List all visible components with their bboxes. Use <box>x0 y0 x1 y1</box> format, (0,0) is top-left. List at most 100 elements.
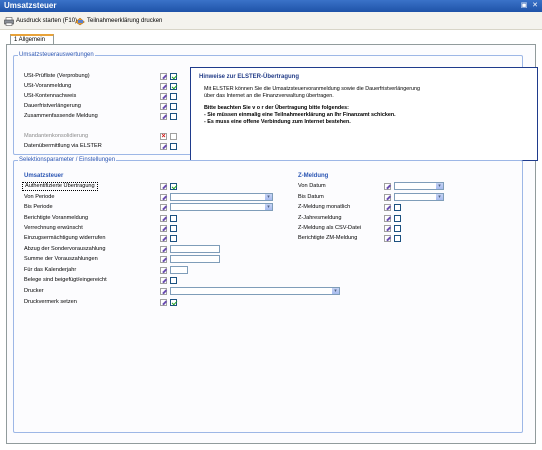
evaluation-label: USt-Voranmeldung <box>24 83 72 89</box>
evaluation-label: Mandantenkonsolidierung <box>24 133 89 139</box>
printer-label: Drucker <box>24 288 44 294</box>
to-date-picker[interactable]: ▾ <box>394 193 444 201</box>
edit-icon[interactable] <box>160 235 167 242</box>
zm-annual-checkbox[interactable] <box>394 215 401 222</box>
evaluation-label: USt-Kontennachweis <box>24 93 77 99</box>
edit-icon[interactable] <box>160 83 167 90</box>
error-icon: × <box>160 133 167 140</box>
evaluation-checkbox[interactable] <box>170 73 177 80</box>
info-title: Hinweise zur ELSTER-Übertragung <box>199 74 300 80</box>
zm-corrected-label: Berichtigte ZM-Meldung <box>298 235 358 241</box>
chevron-down-icon: ▾ <box>332 288 339 294</box>
close-icon[interactable]: ✕ <box>531 2 539 10</box>
to-date-label: Bis Datum <box>298 194 324 200</box>
zm-csv-label: Z-Meldung als CSV-Datei <box>298 225 362 231</box>
evaluation-label: Dauerfristverlängerung <box>24 103 81 109</box>
edit-icon[interactable] <box>384 183 391 190</box>
zm-heading: Z-Meldung <box>298 173 329 179</box>
ust-heading: Umsatzsteuer <box>24 173 64 179</box>
selection-group: Selektionsparameter / Einstellungen Umsa… <box>13 157 523 433</box>
edit-icon[interactable] <box>160 215 167 222</box>
evaluations-legend: Umsatzsteuerauswertungen <box>18 52 95 58</box>
offset-desired-label: Verrechnung erwünscht <box>24 225 83 231</box>
evaluation-checkbox[interactable] <box>170 93 177 100</box>
edit-icon[interactable] <box>160 267 167 274</box>
special-prepayment-label: Abzug der Sondervorauszahlung <box>24 246 106 252</box>
edit-icon[interactable] <box>160 299 167 306</box>
edit-icon[interactable] <box>384 215 391 222</box>
to-period-select[interactable]: ▾ <box>170 203 273 211</box>
evaluation-label: USt-Prüfliste (Verprobung) <box>24 73 90 79</box>
edit-icon[interactable] <box>160 225 167 232</box>
corrected-return-checkbox[interactable] <box>170 215 177 222</box>
revoke-direct-debit-checkbox[interactable] <box>170 235 177 242</box>
from-date-label: Von Datum <box>298 183 326 189</box>
evaluation-label: Zusammenfassende Meldung <box>24 113 98 119</box>
toolbar: Ausdruck starten (F10) Teilnahmeerklärun… <box>0 12 542 30</box>
from-period-label: Von Periode <box>24 194 55 200</box>
info-text: Bitte beachten Sie v o r der Übertragung… <box>204 105 349 111</box>
calendar-year-input[interactable] <box>170 266 188 274</box>
from-period-select[interactable]: ▾ <box>170 193 273 201</box>
offset-desired-checkbox[interactable] <box>170 225 177 232</box>
edit-icon[interactable] <box>384 235 391 242</box>
prepayment-sum-input[interactable] <box>170 255 220 263</box>
participation-print-button[interactable]: Teilnahmeerklärung drucken <box>73 15 164 27</box>
corrected-return-label: Berichtigte Voranmeldung <box>24 215 89 221</box>
maximize-icon[interactable]: ▣ <box>520 2 528 10</box>
tab-strip: 1 Allgemein <box>0 30 542 45</box>
edit-icon[interactable] <box>160 288 167 295</box>
info-text: Mit ELSTER können Sie die Umsatzsteuervo… <box>204 86 421 92</box>
chevron-down-icon: ▾ <box>436 194 443 200</box>
edit-icon[interactable] <box>160 277 167 284</box>
edit-icon[interactable] <box>384 225 391 232</box>
zm-annual-label: Z-Jahresmeldung <box>298 215 342 221</box>
evaluation-checkbox[interactable] <box>170 113 177 120</box>
elster-info-box: Hinweise zur ELSTER-Übertragung Mit ELST… <box>190 67 538 161</box>
printer-select[interactable]: ▾ <box>170 287 340 295</box>
print-button[interactable]: Ausdruck starten (F10) <box>2 15 79 27</box>
edit-icon[interactable] <box>160 256 167 263</box>
edit-icon[interactable] <box>160 113 167 120</box>
edit-icon[interactable] <box>160 73 167 80</box>
printer-icon <box>4 16 14 26</box>
evaluation-checkbox[interactable] <box>170 143 177 150</box>
edit-icon[interactable] <box>160 183 167 190</box>
info-text: - Es muss eine offene Verbindung zum Int… <box>204 119 351 125</box>
evaluation-checkbox[interactable] <box>170 103 177 110</box>
edit-icon[interactable] <box>160 204 167 211</box>
edit-icon[interactable] <box>384 194 391 201</box>
print-note-checkbox[interactable] <box>170 299 177 306</box>
info-text: über das Internet an die Finanzverwaltun… <box>204 93 334 99</box>
to-period-label: Bis Periode <box>24 204 53 210</box>
authenticated-transfer-label: Authentifizierte Übertragung <box>22 182 98 191</box>
info-text: - Sie müssen einmalig eine Teilnahmeerkl… <box>204 112 396 118</box>
selection-legend: Selektionsparameter / Einstellungen <box>18 157 117 163</box>
zm-monthly-checkbox[interactable] <box>394 204 401 211</box>
zm-monthly-label: Z-Meldung monatlich <box>298 204 351 210</box>
revoke-direct-debit-label: Einzugsermächtigung widerrufen <box>24 235 106 241</box>
evaluation-label: Datenübermittlung via ELSTER <box>24 143 102 149</box>
participation-print-icon <box>75 17 85 26</box>
window-title: Umsatzsteuer <box>4 1 57 10</box>
edit-icon[interactable] <box>160 194 167 201</box>
tab-content: Umsatzsteuerauswertungen USt-Prüfliste (… <box>6 44 538 444</box>
zm-corrected-checkbox[interactable] <box>394 235 401 242</box>
edit-icon[interactable] <box>384 204 391 211</box>
participation-print-label: Teilnahmeerklärung drucken <box>87 18 163 24</box>
edit-icon[interactable] <box>160 103 167 110</box>
zm-csv-checkbox[interactable] <box>394 225 401 232</box>
edit-icon[interactable] <box>160 143 167 150</box>
prepayment-sum-label: Summe der Vorauszahlungen <box>24 256 98 262</box>
print-button-label: Ausdruck starten (F10) <box>16 18 78 24</box>
edit-icon[interactable] <box>160 93 167 100</box>
evaluation-checkbox <box>170 133 177 140</box>
receipts-attached-checkbox[interactable] <box>170 277 177 284</box>
special-prepayment-input[interactable] <box>170 245 220 253</box>
authenticated-transfer-checkbox[interactable] <box>170 183 177 190</box>
evaluation-checkbox[interactable] <box>170 83 177 90</box>
chevron-down-icon: ▾ <box>436 183 443 189</box>
calendar-year-label: Für das Kalenderjahr <box>24 267 77 273</box>
edit-icon[interactable] <box>160 246 167 253</box>
from-date-picker[interactable]: ▾ <box>394 182 444 190</box>
